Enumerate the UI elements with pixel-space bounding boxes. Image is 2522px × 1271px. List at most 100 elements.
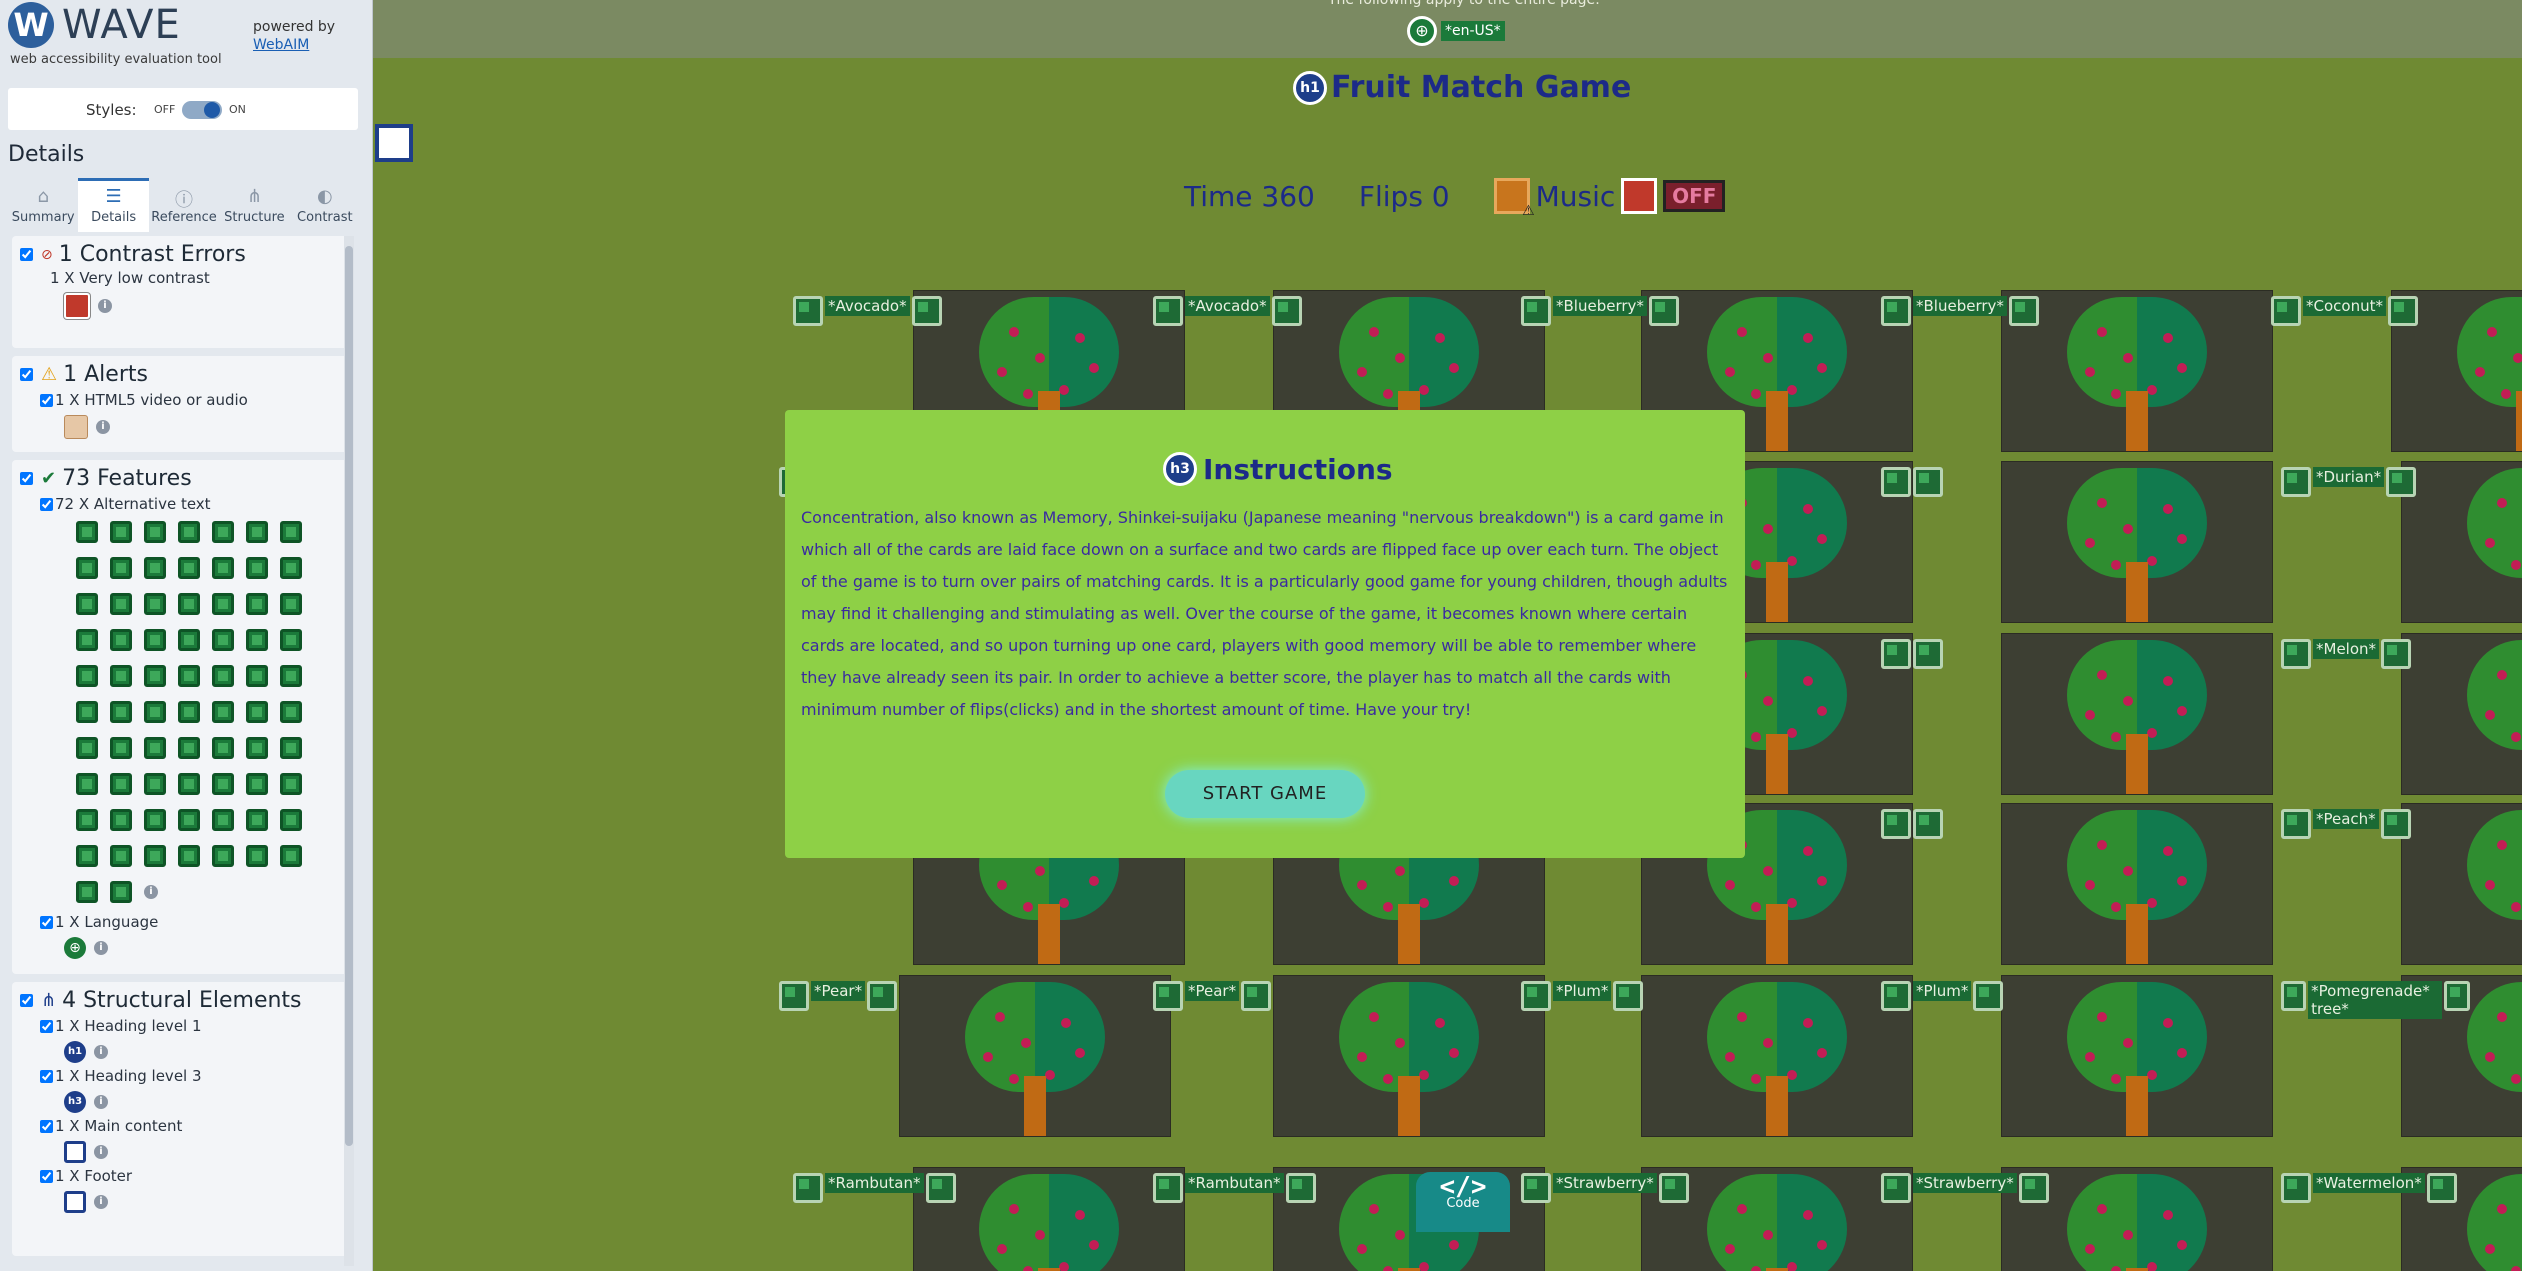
tab-summary[interactable]: ⌂ Summary — [8, 178, 78, 232]
alt-text-icon[interactable] — [144, 557, 166, 579]
alt-text-icon[interactable] — [110, 665, 132, 687]
alt-text-tag[interactable] — [1881, 467, 1943, 497]
alt-text-icon[interactable] — [1881, 981, 1911, 1011]
alt-text-icon[interactable] — [144, 773, 166, 795]
alt-text-icon[interactable] — [2387, 296, 2418, 326]
alt-text-icon[interactable] — [76, 809, 98, 831]
alt-text-icon[interactable] — [144, 845, 166, 867]
alt-text-icon[interactable] — [212, 773, 234, 795]
memory-card[interactable] — [2001, 803, 2273, 965]
styles-toggle[interactable] — [182, 101, 222, 119]
alt-text-icon[interactable] — [144, 809, 166, 831]
alt-text-icon[interactable] — [793, 296, 823, 326]
alt-text-icon[interactable] — [110, 809, 132, 831]
alt-text-tag[interactable]: *Blueberry* — [1881, 296, 2039, 326]
alt-text-icon[interactable] — [1521, 981, 1551, 1011]
contrast-checkbox[interactable] — [20, 248, 33, 261]
memory-card[interactable] — [2001, 290, 2273, 452]
alt-text-icon[interactable] — [246, 773, 268, 795]
alt-text-icon[interactable] — [144, 737, 166, 759]
alt-text-icon[interactable] — [76, 845, 98, 867]
alt-text-tag[interactable]: *Peach* — [2281, 809, 2411, 839]
alt-text-icon[interactable] — [2281, 467, 2311, 497]
alt-text-icon[interactable] — [1521, 296, 1551, 326]
alt-text-icon[interactable] — [178, 665, 200, 687]
alt-text-icon[interactable] — [110, 701, 132, 723]
contrast-error-icon[interactable] — [1621, 178, 1658, 214]
alt-text-icon[interactable] — [76, 521, 98, 543]
alt-text-icon[interactable] — [144, 521, 166, 543]
memory-card[interactable] — [2001, 633, 2273, 795]
alt-text-tag[interactable] — [1881, 809, 1943, 839]
h3-badge-icon[interactable]: h3 — [1163, 452, 1197, 486]
alt-text-icon[interactable] — [280, 773, 302, 795]
alt-text-icon[interactable] — [2426, 1173, 2457, 1203]
alt-text-icon[interactable] — [212, 521, 234, 543]
alt-text-icon[interactable] — [110, 737, 132, 759]
alt-text-icon[interactable] — [2444, 981, 2470, 1011]
memory-card[interactable] — [1641, 975, 1913, 1137]
scroll-thumb[interactable] — [345, 246, 353, 1146]
alt-text-icon[interactable] — [2380, 809, 2411, 839]
tab-reference[interactable]: ⓘ Reference — [149, 178, 219, 232]
alt-text-icon[interactable] — [1881, 1173, 1911, 1203]
sidebar-scrollbar[interactable] — [344, 236, 354, 1266]
alt-text-icon[interactable] — [110, 881, 132, 903]
alt-text-icon[interactable] — [1153, 1173, 1183, 1203]
alt-text-icon[interactable] — [1271, 296, 1302, 326]
alt-text-icon[interactable] — [212, 737, 234, 759]
alt-text-icon[interactable] — [280, 629, 302, 651]
memory-card[interactable] — [2401, 461, 2522, 623]
alt-text-tag[interactable]: *Plum* — [1521, 981, 1644, 1011]
media-alert-icon[interactable] — [64, 415, 88, 439]
alt-text-icon[interactable] — [212, 809, 234, 831]
alt-text-checkbox[interactable] — [40, 497, 53, 511]
alerts-checkbox[interactable] — [20, 368, 33, 381]
alt-text-icon[interactable] — [1658, 1173, 1689, 1203]
contrast-error-item-icon[interactable] — [64, 293, 90, 319]
alt-text-icon[interactable] — [178, 809, 200, 831]
alt-text-icon[interactable] — [110, 845, 132, 867]
alt-text-icon[interactable] — [280, 665, 302, 687]
alt-text-icon[interactable] — [178, 557, 200, 579]
alt-text-tag[interactable]: *Avocado* — [1153, 296, 1302, 326]
alt-text-icon[interactable] — [867, 981, 898, 1011]
alt-text-icon[interactable] — [178, 521, 200, 543]
alt-text-icon[interactable] — [1881, 296, 1911, 326]
alt-text-icon[interactable] — [280, 809, 302, 831]
alt-text-icon[interactable] — [2281, 639, 2311, 669]
alt-text-icon[interactable] — [76, 665, 98, 687]
alt-text-icon[interactable] — [110, 773, 132, 795]
alt-text-icon[interactable] — [2281, 809, 2311, 839]
alt-text-icon[interactable] — [246, 809, 268, 831]
language-checkbox[interactable] — [40, 915, 53, 929]
alt-text-icon[interactable] — [1881, 639, 1911, 669]
alt-text-icon[interactable] — [280, 521, 302, 543]
alt-text-icon[interactable] — [246, 665, 268, 687]
alt-text-icon[interactable] — [76, 629, 98, 651]
alt-text-icon[interactable] — [246, 557, 268, 579]
alt-text-icon[interactable] — [178, 701, 200, 723]
main-content-icon[interactable] — [64, 1141, 86, 1163]
tab-contrast[interactable]: ◐ Contrast — [290, 178, 360, 232]
alt-text-icon[interactable] — [212, 629, 234, 651]
alt-text-icon[interactable] — [2271, 296, 2301, 326]
main-checkbox[interactable] — [40, 1119, 53, 1133]
footer-checkbox[interactable] — [40, 1169, 53, 1183]
alt-text-tag[interactable]: *Pear* — [1153, 981, 1272, 1011]
alt-text-icon[interactable] — [793, 1173, 823, 1203]
features-checkbox[interactable] — [20, 472, 33, 485]
tab-details[interactable]: ☰ Details — [78, 178, 149, 232]
info-icon[interactable]: i — [144, 885, 158, 899]
alt-text-icon[interactable] — [178, 593, 200, 615]
alt-text-icon[interactable] — [1613, 981, 1644, 1011]
alt-text-tag[interactable]: *Plum* — [1881, 981, 2004, 1011]
alt-text-icon[interactable] — [1913, 639, 1943, 669]
alt-text-tag[interactable]: *Watermelon* — [2281, 1173, 2457, 1203]
alt-text-tag[interactable] — [1881, 639, 1943, 669]
alt-text-icon[interactable] — [144, 593, 166, 615]
alt-text-icon[interactable] — [212, 557, 234, 579]
alt-text-icon[interactable] — [246, 629, 268, 651]
alt-text-icon[interactable] — [2281, 981, 2307, 1011]
info-icon[interactable]: i — [98, 299, 112, 313]
